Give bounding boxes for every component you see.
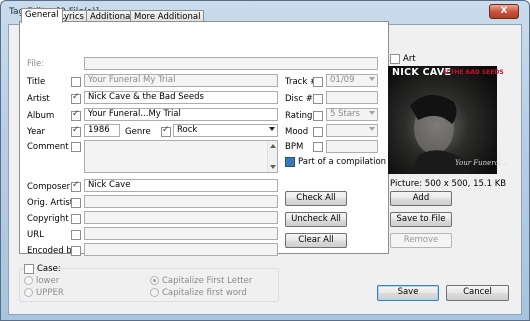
close-button[interactable]: X bbox=[489, 4, 519, 19]
art-checkbox[interactable] bbox=[390, 54, 400, 64]
orig-artist-field[interactable] bbox=[84, 195, 278, 208]
radio-capitalize-first-word-label: Capitalize first word bbox=[162, 288, 247, 298]
composer-checkbox[interactable] bbox=[71, 180, 81, 192]
title-field[interactable]: Your Funeral My Trial bbox=[84, 74, 278, 87]
url-field[interactable] bbox=[84, 227, 278, 240]
compilation-checkbox[interactable] bbox=[285, 157, 295, 167]
radio-capitalize-first-letter-label: Capitalize First Letter bbox=[162, 276, 253, 286]
copyright-label: Copyright bbox=[27, 214, 69, 224]
composer-field[interactable]: Nick Cave bbox=[84, 179, 278, 192]
tab-general[interactable]: General bbox=[21, 8, 63, 23]
disc-label: Disc # bbox=[285, 94, 313, 104]
genre-value: Rock bbox=[177, 125, 198, 135]
check-all-button[interactable]: Check All bbox=[285, 191, 347, 206]
save-button[interactable]: Save bbox=[377, 285, 439, 301]
disc-field[interactable] bbox=[326, 91, 378, 104]
album-checkbox[interactable] bbox=[71, 109, 81, 121]
year-field[interactable]: 1986 bbox=[84, 124, 120, 137]
title-label: Title bbox=[27, 77, 46, 87]
artist-field[interactable]: Nick Cave & the Bad Seeds bbox=[84, 91, 278, 104]
comment-label: Comment bbox=[27, 142, 69, 152]
year-checkbox[interactable] bbox=[71, 125, 81, 137]
remove-art-button[interactable]: Remove bbox=[390, 233, 452, 248]
composer-label: Composer bbox=[27, 182, 71, 192]
radio-capitalize-first-word[interactable] bbox=[150, 288, 159, 297]
comment-field[interactable] bbox=[84, 140, 278, 173]
save-art-to-file-button[interactable]: Save to File bbox=[390, 212, 452, 227]
scroll-down-icon[interactable] bbox=[270, 165, 276, 169]
orig-artist-label: Orig. Artist bbox=[27, 198, 74, 208]
copyright-checkbox[interactable] bbox=[71, 214, 81, 224]
uncheck-all-button[interactable]: Uncheck All bbox=[285, 212, 347, 227]
add-art-button[interactable]: Add bbox=[390, 191, 452, 206]
radio-capitalize-first-letter[interactable] bbox=[150, 276, 159, 285]
radio-upper[interactable] bbox=[24, 288, 33, 297]
chevron-down-icon bbox=[269, 127, 275, 131]
chevron-down-icon bbox=[369, 127, 375, 131]
case-checkbox[interactable] bbox=[24, 264, 34, 274]
album-label: Album bbox=[27, 111, 55, 121]
rating-value: 5 Stars bbox=[330, 109, 360, 119]
rating-combo[interactable]: 5 Stars bbox=[326, 108, 378, 121]
mood-label: Mood bbox=[285, 127, 309, 137]
album-cover-image bbox=[388, 66, 497, 174]
bpm-field[interactable] bbox=[326, 140, 378, 153]
track-value: 01/09 bbox=[330, 75, 355, 85]
rating-checkbox[interactable] bbox=[313, 111, 323, 121]
orig-artist-checkbox[interactable] bbox=[71, 198, 81, 208]
compilation-label: Part of a compilation bbox=[298, 157, 387, 167]
genre-label: Genre bbox=[125, 127, 151, 137]
scroll-up-icon[interactable] bbox=[270, 144, 276, 148]
track-checkbox[interactable] bbox=[313, 77, 323, 87]
chevron-down-icon bbox=[369, 77, 375, 81]
mood-combo[interactable] bbox=[326, 124, 378, 137]
encoded-by-label: Encoded by bbox=[27, 246, 77, 256]
bpm-checkbox[interactable] bbox=[313, 142, 323, 152]
cover-script-text: Your Funeral... bbox=[455, 159, 508, 167]
genre-combo[interactable]: Rock bbox=[173, 124, 278, 137]
artist-label: Artist bbox=[27, 94, 50, 104]
album-field[interactable]: Your Funeral...My Trial bbox=[84, 108, 278, 121]
year-label: Year bbox=[27, 127, 45, 137]
radio-upper-label: UPPER bbox=[36, 288, 64, 298]
radio-lower-label: lower bbox=[36, 276, 60, 286]
file-field bbox=[84, 57, 378, 70]
url-checkbox[interactable] bbox=[71, 230, 81, 240]
encoded-by-checkbox[interactable] bbox=[71, 246, 81, 256]
disc-checkbox[interactable] bbox=[313, 94, 323, 104]
file-label: File: bbox=[27, 59, 45, 69]
encoded-by-field[interactable] bbox=[84, 243, 278, 256]
url-label: URL bbox=[27, 230, 44, 240]
genre-checkbox[interactable] bbox=[161, 125, 171, 137]
clear-all-button[interactable]: Clear All bbox=[285, 233, 347, 248]
copyright-field[interactable] bbox=[84, 211, 278, 224]
title-checkbox[interactable] bbox=[71, 77, 81, 87]
radio-lower[interactable] bbox=[24, 276, 33, 285]
artist-checkbox[interactable] bbox=[71, 92, 81, 104]
track-combo[interactable]: 01/09 bbox=[326, 74, 378, 87]
comment-checkbox[interactable] bbox=[71, 142, 81, 152]
bpm-label: BPM bbox=[285, 142, 304, 152]
comment-scrollbar[interactable] bbox=[267, 141, 277, 172]
rating-label: Rating bbox=[285, 111, 313, 121]
art-label: Art bbox=[403, 54, 416, 64]
cancel-button[interactable]: Cancel bbox=[446, 285, 509, 301]
cover-subtitle-text: & THE BAD SEEDS bbox=[443, 69, 504, 76]
case-label: Case: bbox=[37, 264, 61, 274]
chevron-down-icon bbox=[369, 111, 375, 115]
picture-info: Picture: 500 x 500, 15.1 KB bbox=[390, 179, 507, 189]
album-cover-art bbox=[388, 66, 497, 174]
mood-checkbox[interactable] bbox=[313, 127, 323, 137]
